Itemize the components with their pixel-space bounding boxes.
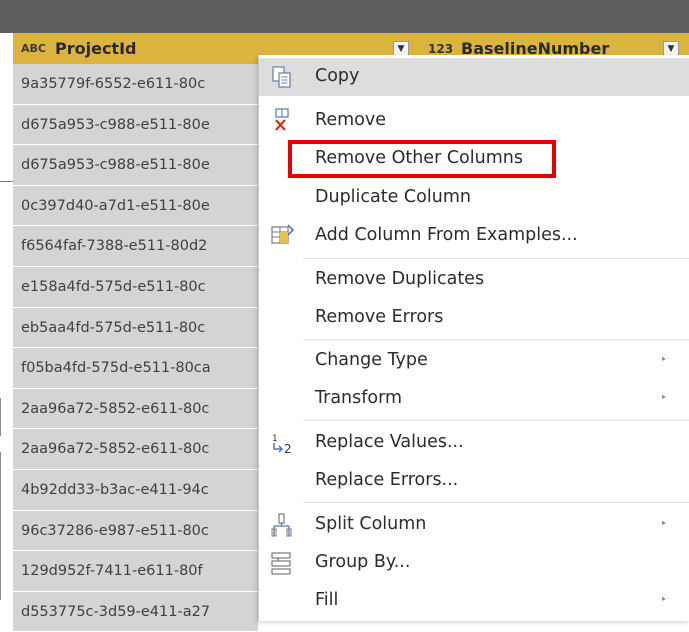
menu-separator — [303, 258, 689, 259]
menu-item-label: Duplicate Column — [315, 187, 471, 207]
menu-item-label: Replace Values... — [315, 432, 464, 452]
left-pane-edge — [0, 33, 13, 621]
menu-item-label: Fill — [315, 590, 339, 610]
menu-item-label: Replace Errors... — [315, 470, 459, 490]
svg-text:1: 1 — [272, 434, 278, 444]
group-by-icon — [271, 552, 291, 575]
menu-item-transform[interactable]: Transform ▸ — [259, 380, 689, 418]
table-row[interactable]: d675a953-c988-e511-80e — [13, 104, 258, 146]
table-row[interactable]: 2aa96a72-5852-e611-80c — [13, 388, 258, 430]
menu-item-copy[interactable]: Copy — [259, 58, 689, 96]
submenu-arrow-icon: ▸ — [662, 518, 667, 527]
number-type-icon: 123 — [428, 42, 454, 56]
menu-item-add-column-from-examples[interactable]: Add Column From Examples... — [259, 217, 689, 255]
menu-separator — [303, 339, 689, 340]
submenu-arrow-icon: ▸ — [662, 354, 667, 363]
table-row[interactable]: 4b92dd33-b3ac-e411-94c — [13, 469, 258, 511]
remove-column-icon — [275, 108, 289, 131]
submenu-arrow-icon: ▸ — [662, 392, 667, 401]
menu-item-group-by[interactable]: Group By... — [259, 544, 689, 582]
menu-item-label: Split Column — [315, 514, 427, 534]
menu-item-replace-values[interactable]: 1 2 Replace Values... — [259, 424, 689, 462]
copy-icon — [272, 66, 291, 88]
split-column-icon — [271, 513, 292, 537]
projectid-column-cells: 9a35779f-6552-e611-80c d675a953-c988-e51… — [13, 64, 258, 632]
table-row[interactable]: f05ba4fd-575d-e511-80ca — [13, 348, 258, 389]
menu-item-remove-errors[interactable]: Remove Errors — [259, 299, 689, 337]
menu-item-split-column[interactable]: Split Column ▸ — [259, 506, 689, 544]
menu-item-replace-errors[interactable]: Replace Errors... — [259, 462, 689, 500]
menu-item-label: Remove — [315, 110, 387, 130]
table-row[interactable]: 96c37286-e987-e511-80c — [13, 510, 258, 552]
table-row[interactable]: d675a953-c988-e511-80e — [13, 145, 258, 186]
table-row[interactable]: e158a4fd-575d-e511-80c — [13, 266, 258, 308]
table-row[interactable]: eb5aa4fd-575d-e511-80c — [13, 307, 258, 349]
menu-item-label: Transform — [315, 388, 403, 408]
menu-item-fill[interactable]: Fill ▸ — [259, 582, 689, 620]
menu-item-change-type[interactable]: Change Type ▸ — [259, 342, 689, 380]
menu-item-label: Remove Duplicates — [315, 269, 485, 289]
menu-item-label: Add Column From Examples... — [315, 225, 578, 245]
menu-separator — [303, 502, 689, 503]
table-row[interactable]: 9a35779f-6552-e611-80c — [13, 64, 258, 105]
title-bar — [0, 0, 689, 33]
menu-item-remove[interactable]: Remove — [259, 102, 689, 140]
menu-item-duplicate-column[interactable]: Duplicate Column — [259, 179, 689, 217]
highlight-callout-box — [288, 140, 556, 178]
svg-text:2: 2 — [284, 442, 292, 456]
submenu-arrow-icon: ▸ — [662, 594, 667, 603]
text-type-icon: ABC — [21, 42, 46, 55]
menu-item-label: Remove Errors — [315, 307, 444, 327]
menu-separator — [303, 420, 689, 421]
table-row[interactable]: 129d952f-7411-e611-80f — [13, 551, 258, 592]
table-row[interactable]: 0c397d40-a7d1-e511-80e — [13, 185, 258, 227]
add-column-from-examples-icon — [271, 224, 295, 244]
replace-values-icon: 1 2 — [272, 434, 292, 456]
menu-item-label: Change Type — [315, 350, 428, 370]
divider-line — [0, 398, 1, 436]
menu-item-remove-duplicates[interactable]: Remove Duplicates — [259, 261, 689, 299]
table-row[interactable]: f6564faf-7388-e511-80d2 — [13, 226, 258, 267]
divider-line — [0, 452, 1, 600]
column-header-projectid[interactable]: ProjectId — [55, 39, 136, 58]
table-row[interactable]: 2aa96a72-5852-e611-80c — [13, 429, 258, 470]
table-row[interactable]: d553775c-3d59-e411-a27 — [13, 591, 258, 632]
menu-item-label: Group By... — [315, 552, 411, 572]
menu-item-label: Copy — [315, 66, 360, 86]
